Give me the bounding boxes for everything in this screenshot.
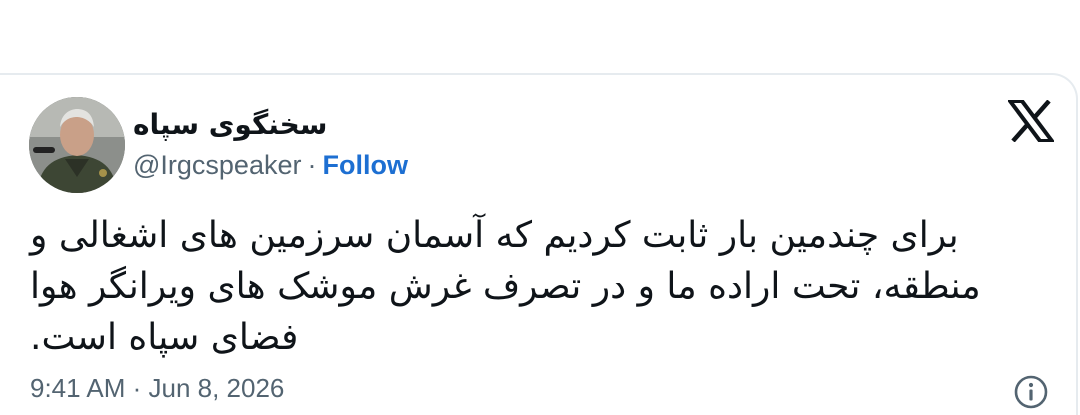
separator-dot: · xyxy=(307,150,317,180)
avatar[interactable] xyxy=(29,97,125,193)
avatar-photo xyxy=(29,97,125,193)
tweet-timestamp[interactable]: 9:41 AM · Jun 8, 2026 xyxy=(30,373,284,404)
tweet-text-line: فضای سپاه است. xyxy=(30,317,299,358)
author-meta-row: @Irgcspeaker · Follow xyxy=(133,150,408,181)
follow-button[interactable]: Follow xyxy=(322,150,407,181)
tweet-text: برای چندمین بار ثابت کردیم که آسمان سرزم… xyxy=(30,210,1050,363)
tweet-text-line: برای چندمین بار ثابت کردیم که آسمان سرزم… xyxy=(30,215,959,256)
tweet-embed: سخنگوی سپاه @Irgcspeaker · Follow برای چ… xyxy=(0,0,1080,415)
x-logo-icon[interactable] xyxy=(1008,100,1054,142)
author-handle[interactable]: @Irgcspeaker xyxy=(133,150,301,181)
info-icon[interactable] xyxy=(1013,374,1049,410)
tweet-text-line: منطقه، تحت اراده ما و در تصرف غرش موشک ه… xyxy=(30,266,981,307)
author-display-name[interactable]: سخنگوی سپاه xyxy=(133,108,327,141)
